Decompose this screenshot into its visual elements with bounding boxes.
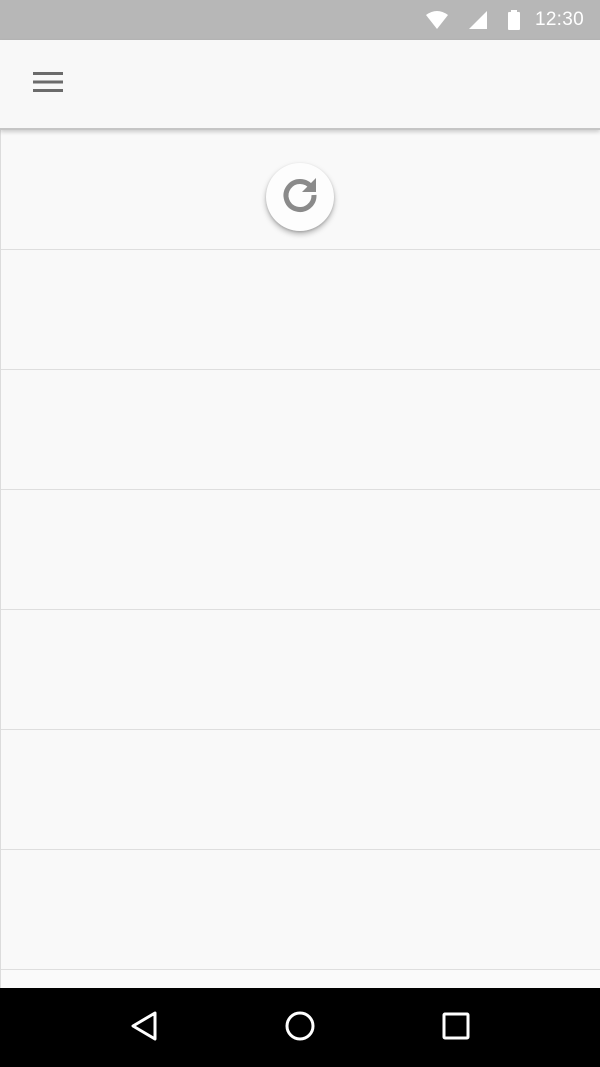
phone-screen: 12:30 xyxy=(0,0,600,1067)
list-item[interactable] xyxy=(1,850,600,970)
list-item[interactable] xyxy=(1,370,600,490)
navigation-bar xyxy=(0,988,600,1067)
back-button[interactable] xyxy=(114,998,174,1058)
cell-signal-icon xyxy=(467,10,489,30)
back-icon xyxy=(129,1010,159,1046)
menu-button[interactable] xyxy=(22,64,74,104)
home-button[interactable] xyxy=(270,998,330,1058)
status-bar: 12:30 xyxy=(0,0,600,40)
wifi-icon xyxy=(425,10,449,30)
status-time: 12:30 xyxy=(534,9,584,30)
list-item[interactable] xyxy=(1,730,600,850)
content-list xyxy=(0,130,600,988)
refresh-icon xyxy=(278,173,322,221)
list-item[interactable] xyxy=(1,490,600,610)
battery-icon xyxy=(507,9,521,31)
app-bar xyxy=(0,40,600,130)
recents-button[interactable] xyxy=(426,998,486,1058)
list-item[interactable] xyxy=(1,610,600,730)
list-item[interactable] xyxy=(1,250,600,370)
home-icon xyxy=(284,1010,316,1046)
menu-icon xyxy=(32,70,64,98)
refresh-indicator xyxy=(266,163,334,231)
recents-icon xyxy=(441,1011,471,1045)
